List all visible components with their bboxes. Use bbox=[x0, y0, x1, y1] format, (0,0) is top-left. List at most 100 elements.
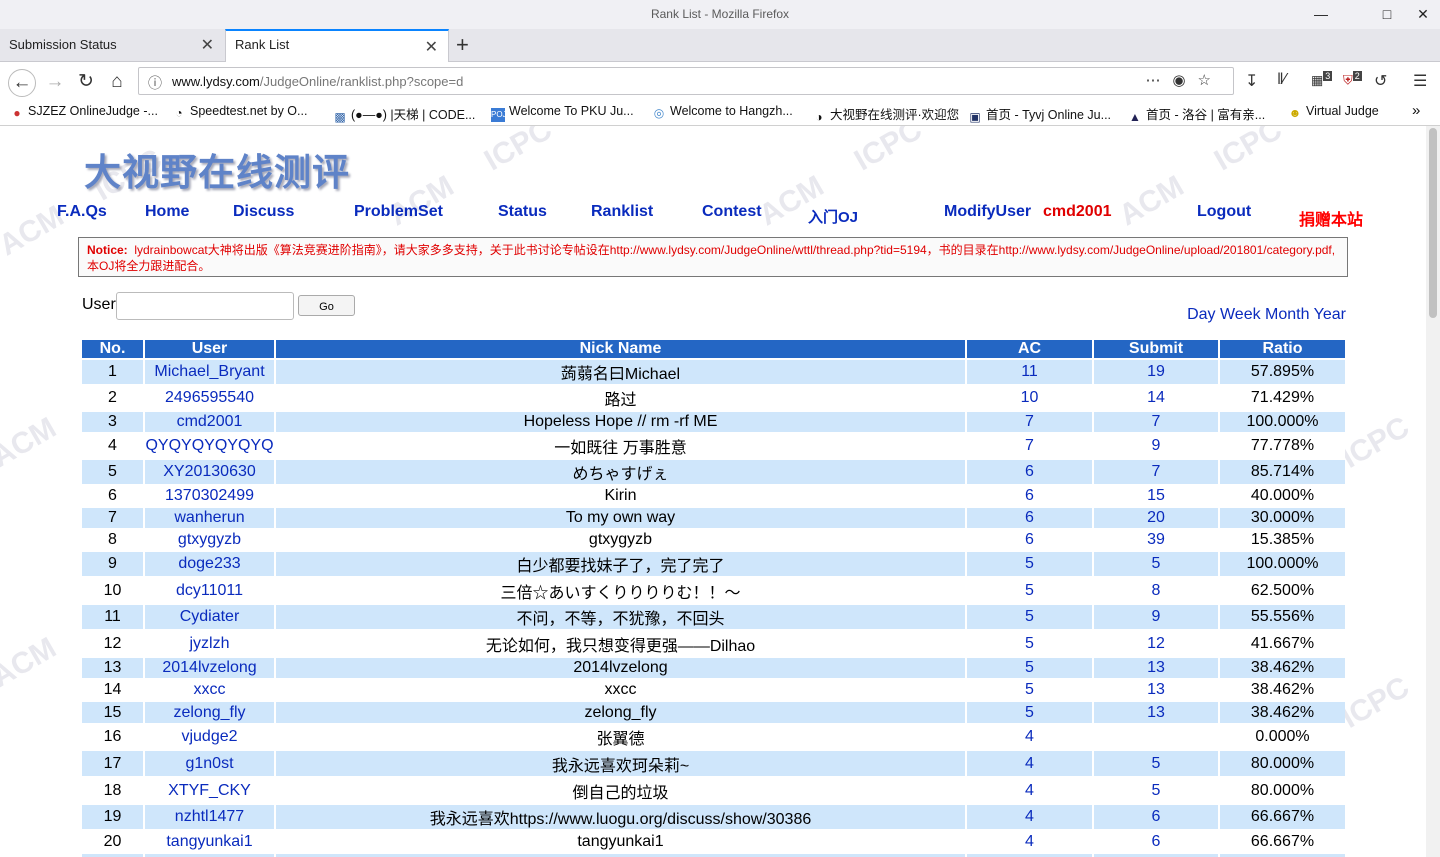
home-icon[interactable]: ⌂ bbox=[104, 69, 130, 95]
user-link[interactable]: nzhtl1477 bbox=[145, 805, 274, 829]
ac-count-link[interactable]: 4 bbox=[967, 805, 1092, 829]
user-link[interactable]: cmd2001 bbox=[145, 412, 274, 432]
submit-count-link[interactable]: 39 bbox=[1094, 530, 1218, 550]
submit-count-link[interactable]: 6 bbox=[1094, 805, 1218, 829]
ac-count-link[interactable]: 5 bbox=[967, 552, 1092, 576]
submit-count-link[interactable]: 9 bbox=[1094, 434, 1218, 458]
submit-count-link[interactable]: 7 bbox=[1094, 412, 1218, 432]
submit-count-link[interactable]: 5 bbox=[1094, 778, 1218, 803]
ac-count-link[interactable]: 6 bbox=[967, 486, 1092, 506]
user-link[interactable]: wanherun bbox=[145, 508, 274, 528]
user-link[interactable]: xxcc bbox=[145, 680, 274, 700]
user-link[interactable]: Cydiater bbox=[145, 605, 274, 629]
close-tab-icon[interactable]: ✕ bbox=[201, 35, 214, 55]
submit-count-link[interactable]: 12 bbox=[1094, 631, 1218, 656]
submit-count-link[interactable]: 14 bbox=[1094, 386, 1218, 410]
period-month-link[interactable]: Month bbox=[1265, 306, 1309, 323]
ac-count-link[interactable]: 5 bbox=[967, 631, 1092, 656]
menu-ranklist[interactable]: Ranklist bbox=[591, 203, 653, 221]
ac-count-link[interactable]: 4 bbox=[967, 751, 1092, 776]
period-year-link[interactable]: Year bbox=[1314, 306, 1346, 323]
ac-count-link[interactable]: 4 bbox=[967, 831, 1092, 852]
user-link[interactable]: zelong_fly bbox=[145, 702, 274, 723]
page-scrollbar[interactable] bbox=[1426, 126, 1440, 857]
more-bookmarks-icon[interactable]: » bbox=[1412, 102, 1420, 119]
menu-logout[interactable]: Logout bbox=[1197, 203, 1251, 221]
tab-submission-status[interactable]: Submission Status ✕ bbox=[0, 29, 224, 61]
submit-count-link[interactable]: 19 bbox=[1094, 360, 1218, 384]
menu-intro-oj[interactable]: 入门OJ bbox=[808, 206, 858, 227]
history-icon[interactable]: ↺ bbox=[1374, 71, 1387, 91]
user-link[interactable]: 1370302499 bbox=[145, 486, 274, 506]
ac-count-link[interactable]: 4 bbox=[967, 725, 1092, 749]
submit-count-link[interactable]: 6 bbox=[1094, 831, 1218, 852]
user-link[interactable]: dcy11011 bbox=[145, 578, 274, 603]
extension-icon[interactable]: ▦ 3 bbox=[1311, 71, 1333, 88]
user-link[interactable]: Michael_Bryant bbox=[145, 360, 274, 384]
back-icon[interactable]: ← bbox=[8, 69, 36, 97]
minimize-icon[interactable]: — bbox=[1304, 4, 1338, 24]
ac-count-link[interactable]: 10 bbox=[967, 386, 1092, 410]
header-no[interactable]: No. bbox=[82, 340, 143, 358]
user-link[interactable]: 2014lvzelong bbox=[145, 658, 274, 678]
user-link[interactable]: g1n0st bbox=[145, 751, 274, 776]
ac-count-link[interactable]: 5 bbox=[967, 658, 1092, 678]
user-link[interactable]: QYQYQYQYQYQ bbox=[145, 434, 274, 458]
maximize-icon[interactable]: □ bbox=[1370, 4, 1404, 24]
user-link[interactable]: XY20130630 bbox=[145, 460, 274, 484]
url-bar[interactable]: ⓘ www.lydsy.com/JudgeOnline/ranklist.php… bbox=[138, 67, 1234, 95]
bookmark-star-icon[interactable]: ☆ bbox=[1198, 72, 1223, 89]
bookmark-item[interactable]: ◔ Speedtest.net by O... bbox=[172, 104, 307, 120]
bookmark-item[interactable]: ☻ Virtual Judge bbox=[1288, 104, 1379, 120]
url-text[interactable]: www.lydsy.com/JudgeOnline/ranklist.php?s… bbox=[172, 74, 463, 89]
bookmark-item[interactable]: ● SJZEZ OnlineJudge -... bbox=[10, 104, 158, 120]
menu-faqs[interactable]: F.A.Qs bbox=[57, 203, 107, 221]
user-link[interactable]: 2496595540 bbox=[145, 386, 274, 410]
bookmark-item[interactable]: ▩ (●—●) |天梯 | CODE... bbox=[333, 104, 475, 124]
ac-count-link[interactable]: 5 bbox=[967, 578, 1092, 603]
submit-count-link[interactable]: 9 bbox=[1094, 605, 1218, 629]
submit-count-link[interactable]: 20 bbox=[1094, 508, 1218, 528]
submit-count-link[interactable]: 13 bbox=[1094, 658, 1218, 678]
ac-count-link[interactable]: 6 bbox=[967, 460, 1092, 484]
ac-count-link[interactable]: 6 bbox=[967, 508, 1092, 528]
go-button[interactable]: Go bbox=[298, 295, 355, 316]
user-link[interactable]: XTYF_CKY bbox=[145, 778, 274, 803]
bookmark-item[interactable]: POJ Welcome To PKU Ju... bbox=[491, 104, 634, 122]
header-nickname[interactable]: Nick Name bbox=[276, 340, 965, 358]
submit-count-link[interactable]: 13 bbox=[1094, 680, 1218, 700]
scrollbar-thumb[interactable] bbox=[1429, 128, 1437, 318]
forward-icon[interactable]: → bbox=[42, 69, 68, 95]
close-window-icon[interactable]: ✕ bbox=[1406, 4, 1440, 24]
ublock-icon[interactable]: ⛨ 2 bbox=[1343, 71, 1362, 88]
submit-count-link[interactable]: 8 bbox=[1094, 578, 1218, 603]
submit-count-link[interactable]: 7 bbox=[1094, 460, 1218, 484]
header-ratio[interactable]: Ratio bbox=[1220, 340, 1345, 358]
current-username[interactable]: cmd2001 bbox=[1043, 203, 1112, 221]
user-link[interactable]: gtxygyzb bbox=[145, 530, 274, 550]
bookmark-item[interactable]: ▣ 首页 - Tyvj Online Ju... bbox=[968, 104, 1111, 124]
bookmark-item[interactable]: ▲ 首页 - 洛谷 | 富有亲... bbox=[1128, 104, 1265, 124]
ac-count-link[interactable]: 11 bbox=[967, 360, 1092, 384]
menu-problemset[interactable]: ProblemSet bbox=[354, 203, 443, 221]
ac-count-link[interactable]: 5 bbox=[967, 680, 1092, 700]
user-link[interactable]: tangyunkai1 bbox=[145, 831, 274, 852]
menu-donate[interactable]: 捐赠本站 bbox=[1299, 206, 1363, 230]
user-link[interactable]: jyzlzh bbox=[145, 631, 274, 656]
ac-count-link[interactable]: 4 bbox=[967, 778, 1092, 803]
menu-modifyuser[interactable]: ModifyUser bbox=[944, 203, 1031, 221]
bookmark-item[interactable]: ◑ 大视野在线测评·欢迎您 bbox=[812, 104, 959, 124]
pocket-icon[interactable]: ◉ bbox=[1172, 72, 1197, 89]
menu-discuss[interactable]: Discuss bbox=[233, 203, 294, 221]
bookmark-item[interactable]: ◎ Welcome to Hangzh... bbox=[652, 104, 793, 120]
ac-count-link[interactable]: 7 bbox=[967, 412, 1092, 432]
info-icon[interactable]: ⓘ bbox=[148, 73, 162, 93]
period-day-link[interactable]: Day bbox=[1187, 306, 1215, 323]
period-week-link[interactable]: Week bbox=[1220, 306, 1261, 323]
submit-count-link[interactable]: 5 bbox=[1094, 552, 1218, 576]
header-submit[interactable]: Submit bbox=[1094, 340, 1218, 358]
ac-count-link[interactable]: 7 bbox=[967, 434, 1092, 458]
tab-rank-list[interactable]: Rank List ✕ bbox=[225, 29, 449, 62]
reload-icon[interactable]: ↻ bbox=[73, 69, 99, 95]
ac-count-link[interactable]: 6 bbox=[967, 530, 1092, 550]
